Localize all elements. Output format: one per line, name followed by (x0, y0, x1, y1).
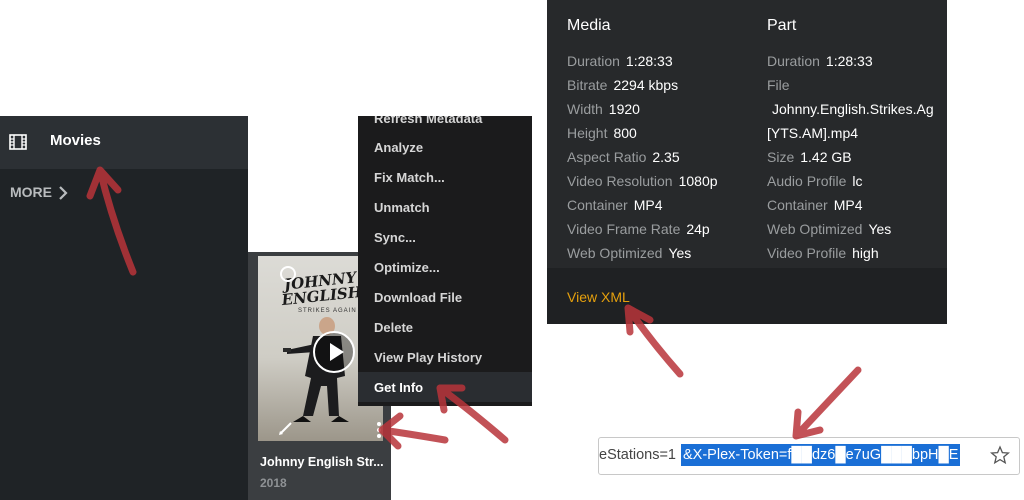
view-xml-link[interactable]: View XML (567, 289, 630, 305)
film-icon (9, 134, 27, 150)
info-value: 2.35 (652, 149, 680, 165)
info-panel-footer: View XML (547, 268, 947, 324)
media-row-video-resolution: Video Resolution 1080p (567, 173, 718, 189)
part-file-name-continued: [YTS.AM].mp4 (767, 125, 859, 141)
info-value: 24p (686, 221, 710, 237)
arrow-to-more-dots (378, 412, 449, 450)
info-value: 1080p (678, 173, 718, 189)
menu-item-optimize[interactable]: Optimize... (374, 260, 440, 275)
info-label: Height (567, 125, 608, 141)
sidebar-item-label: Movies (50, 132, 101, 149)
part-heading: Part (767, 17, 797, 34)
poster-tagline-text: STRIKES AGAIN (298, 308, 357, 314)
menu-item-fix-match[interactable]: Fix Match... (374, 170, 445, 185)
media-row-duration: Duration 1:28:33 (567, 53, 673, 69)
context-menu: Refresh Metadata Analyze Fix Match... Un… (358, 116, 532, 406)
menu-item-sync[interactable]: Sync... (374, 230, 416, 245)
info-label: Bitrate (567, 77, 608, 93)
info-label: Video Resolution (567, 173, 673, 189)
star-icon[interactable] (990, 445, 1010, 465)
url-selected-text[interactable]: &X-Plex-Token=f██dz6█e7uG███bpH█E (681, 444, 961, 466)
menu-item-refresh-metadata[interactable]: Refresh Metadata (374, 116, 482, 126)
menu-item-download-file[interactable]: Download File (374, 290, 462, 305)
info-value: MP4 (633, 197, 663, 213)
movie-year: 2018 (260, 476, 287, 490)
movie-title[interactable]: Johnny English Str... (260, 455, 384, 469)
part-row-video-profile: Video Profile high (767, 245, 879, 261)
arrow-to-token (792, 366, 862, 440)
media-row-video-frame-rate: Video Frame Rate 24p (567, 221, 710, 237)
info-value: lc (852, 173, 863, 189)
info-label: Duration (767, 53, 820, 69)
more-vertical-icon[interactable] (376, 421, 382, 439)
info-value: 800 (613, 125, 637, 141)
media-info-panel: Media Part Duration 1:28:33 Bitrate 2294 k… (547, 0, 947, 324)
play-icon (330, 343, 344, 361)
info-label: Duration (567, 53, 620, 69)
library-sidebar: Movies MORE (0, 116, 248, 500)
media-heading: Media (567, 17, 611, 34)
part-row-container: Container MP4 (767, 197, 863, 213)
menu-item-get-info[interactable]: Get Info (374, 380, 423, 395)
part-row-audio-profile: Audio Profile lc (767, 173, 863, 189)
info-value: 1:28:33 (825, 53, 873, 69)
sidebar-item-movies[interactable]: Movies (0, 116, 248, 169)
info-label: Video Profile (767, 245, 847, 261)
media-row-width: Width 1920 (567, 101, 640, 117)
part-file-name: Johnny.English.Strikes.Ag (772, 101, 934, 117)
menu-item-analyze[interactable]: Analyze (374, 140, 423, 155)
info-label: Container (767, 197, 828, 213)
info-value: 2294 kbps (613, 77, 679, 93)
poster-figure-image (283, 317, 349, 422)
info-label: Video Frame Rate (567, 221, 681, 237)
chevron-right-icon[interactable] (58, 186, 68, 200)
info-label: Web Optimized (767, 221, 863, 237)
info-value: 1920 (608, 101, 640, 117)
part-row-duration: Duration 1:28:33 (767, 53, 873, 69)
select-checkbox[interactable] (280, 266, 296, 282)
menu-item-unmatch[interactable]: Unmatch (374, 200, 430, 215)
menu-item-delete[interactable]: Delete (374, 320, 413, 335)
more-link[interactable]: MORE (10, 184, 52, 200)
pencil-icon[interactable] (278, 420, 294, 436)
part-row-file: File (767, 77, 790, 93)
menu-item-view-play-history[interactable]: View Play History (374, 350, 482, 365)
info-label: Aspect Ratio (567, 149, 647, 165)
play-button[interactable] (313, 331, 355, 373)
media-row-web-optimized: Web Optimized Yes (567, 245, 691, 261)
part-row-size: Size 1.42 GB (767, 149, 852, 165)
url-text[interactable]: eStations=1 (599, 447, 676, 463)
info-label: Container (567, 197, 628, 213)
info-label: Width (567, 101, 603, 117)
media-row-bitrate: Bitrate 2294 kbps (567, 77, 678, 93)
part-row-web-optimized: Web Optimized Yes (767, 221, 891, 237)
media-row-aspect-ratio: Aspect Ratio 2.35 (567, 149, 680, 165)
info-value: Yes (868, 221, 892, 237)
info-label: Audio Profile (767, 173, 847, 189)
media-row-height: Height 800 (567, 125, 637, 141)
info-label: Web Optimized (567, 245, 663, 261)
info-label: File (767, 77, 790, 93)
info-value: MP4 (833, 197, 863, 213)
address-bar[interactable]: eStations=1 &X-Plex-Token=f██dz6█e7uG███… (598, 437, 1020, 475)
info-label: Size (767, 149, 795, 165)
info-value: 1:28:33 (625, 53, 673, 69)
info-value: Yes (668, 245, 692, 261)
info-value: 1.42 GB (800, 149, 852, 165)
info-value: high (852, 245, 879, 261)
media-row-container: Container MP4 (567, 197, 663, 213)
